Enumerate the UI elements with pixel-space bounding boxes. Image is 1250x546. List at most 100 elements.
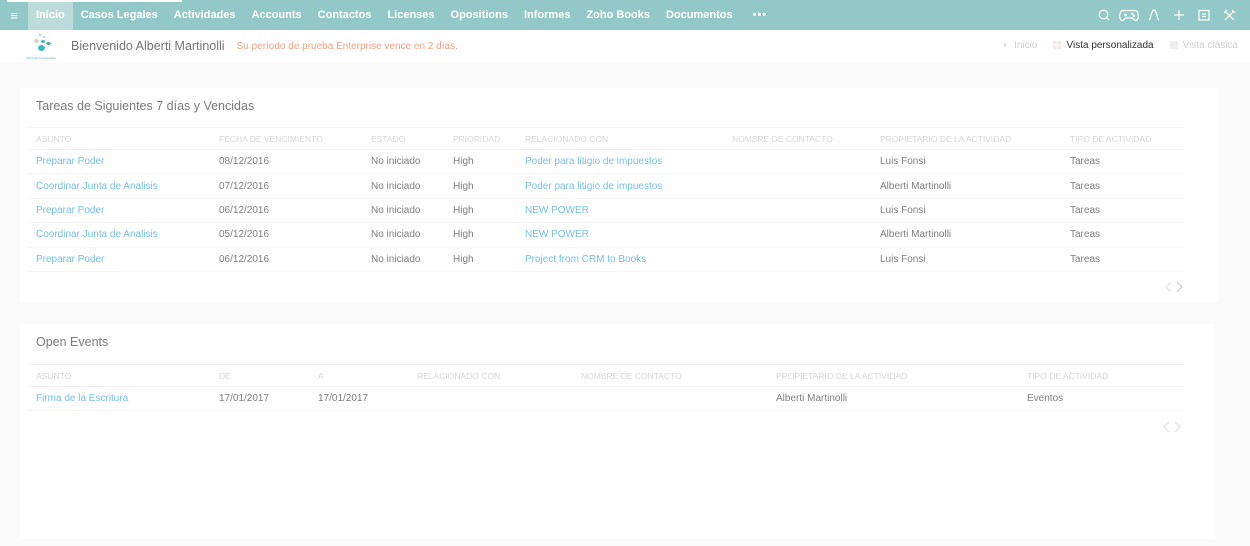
table-cell: Tareas: [1062, 247, 1184, 272]
column-header[interactable]: PROPIETARIO DE LA ACTIVIDAD: [768, 364, 1019, 387]
next-page-icon[interactable]: [1176, 281, 1184, 293]
tools-icon[interactable]: [1218, 0, 1240, 30]
table-row[interactable]: Coordinar Junta de Analisis 05/12/2016 No …: [28, 222, 1184, 248]
table-cell: Alberti Martinolli: [872, 222, 1062, 248]
tasks-pager: [1164, 281, 1184, 293]
record-link[interactable]: NEW POWER: [517, 222, 724, 248]
nav-tab-opositions[interactable]: Opositions: [443, 0, 516, 30]
table-cell: High: [445, 222, 517, 248]
column-header[interactable]: FECHA DE VENCIMIENTO: [211, 127, 363, 150]
plus-icon[interactable]: [1168, 0, 1190, 30]
table-cell: [724, 173, 872, 199]
prev-page-icon[interactable]: [1162, 421, 1170, 433]
record-link[interactable]: Preparar Poder: [28, 198, 211, 224]
table-cell: 17/01/2017: [310, 386, 409, 412]
column-header[interactable]: TIPO DE ACTIVIDAD: [1062, 127, 1184, 150]
table-cell: Tareas: [1062, 149, 1184, 175]
table-cell: Alberti Martinolli: [872, 173, 1062, 199]
events-title: Open Events: [36, 335, 109, 349]
tasks-table: ASUNTO FECHA DE VENCIMIENTO ESTADO PRIORIDA…: [28, 127, 1184, 272]
column-header[interactable]: NOMBRE DE CONTACTO: [724, 127, 872, 150]
tasks-title: Tareas de Siguientes 7 días y Vencidas: [36, 99, 255, 113]
record-link[interactable]: Project from CRM to Books: [517, 247, 724, 272]
column-header[interactable]: TIPO DE ACTIVIDAD: [1019, 364, 1184, 387]
table-row[interactable]: Preparar Poder 06/12/2016 No iniciado High N…: [28, 198, 1184, 224]
nav-tab-casos-legales[interactable]: Casos Legales: [73, 0, 166, 30]
nav-tab-actividades[interactable]: Actividades: [166, 0, 244, 30]
table-row[interactable]: Firma de la Escritura 17/01/2017 17/01/201…: [28, 386, 1184, 412]
record-link[interactable]: Firma de la Escritura: [28, 386, 211, 412]
view-inicio[interactable]: Inicio: [1001, 40, 1037, 51]
next-page-icon[interactable]: [1174, 421, 1182, 433]
column-header[interactable]: ESTADO: [363, 127, 445, 150]
tasks-card: Tareas de Siguientes 7 días y Vencidas A…: [20, 88, 1218, 302]
table-cell: High: [445, 173, 517, 199]
column-header[interactable]: ASUNTO: [28, 364, 211, 387]
table-row[interactable]: Preparar Poder 06/12/2016 No iniciado High P…: [28, 247, 1184, 272]
view-personalizada[interactable]: Vista personalizada: [1053, 39, 1154, 51]
trial-notice[interactable]: Su período de prueba Enterprise vence en…: [237, 41, 458, 52]
record-link[interactable]: NEW POWER: [517, 198, 724, 224]
table-cell: Luis Fonsi: [872, 198, 1062, 224]
nav-tab-licenses[interactable]: Licenses: [379, 0, 442, 30]
view-label: Vista clásica: [1182, 39, 1238, 51]
gamepad-icon[interactable]: [1118, 0, 1140, 30]
column-header[interactable]: PROPIETARIO DE LA ACTIVIDAD: [872, 127, 1062, 150]
table-cell: [573, 386, 768, 412]
nav-tab-documentos[interactable]: Documentos: [658, 0, 741, 30]
record-link[interactable]: Poder para litigio de impuestos: [517, 149, 724, 175]
hamburger-icon[interactable]: ≡: [0, 0, 28, 30]
table-cell: 05/12/2016: [211, 222, 363, 248]
column-header[interactable]: PRIORIDAD: [445, 127, 517, 150]
table-cell: Tareas: [1062, 198, 1184, 224]
table-cell: No iniciado: [363, 149, 445, 175]
nav-tabs: Inicio Casos Legales Actividades Accounts Co…: [28, 0, 779, 30]
table-cell: Luis Fonsi: [872, 247, 1062, 272]
table-cell: [724, 198, 872, 224]
column-header[interactable]: DE: [211, 364, 310, 387]
column-header[interactable]: A: [310, 364, 409, 387]
prev-page-icon[interactable]: [1164, 281, 1172, 293]
view-switcher: Inicio Vista personalizada Vista clásica: [985, 30, 1238, 60]
column-header[interactable]: RELACIONADO CON: [517, 127, 724, 150]
nav-tab-contactos[interactable]: Contactos: [310, 0, 380, 30]
welcome-bar: Martinolli & Associates Bienvenido Alber…: [0, 30, 1250, 62]
table-cell: No iniciado: [363, 173, 445, 199]
top-nav: ≡ Inicio Casos Legales Actividades Accounts…: [0, 0, 1250, 30]
table-cell: Tareas: [1062, 173, 1184, 199]
table-row[interactable]: Preparar Poder 08/12/2016 No iniciado High P…: [28, 149, 1184, 175]
nav-tab-informes[interactable]: Informes: [516, 0, 578, 30]
search-icon[interactable]: [1093, 0, 1115, 30]
table-cell: Luis Fonsi: [872, 149, 1062, 175]
column-header[interactable]: ASUNTO: [28, 127, 211, 150]
calendar-icon[interactable]: [1193, 0, 1215, 30]
view-clasica[interactable]: Vista clásica: [1169, 39, 1238, 51]
loading-bar: [7, 0, 182, 2]
table-cell: Tareas: [1062, 222, 1184, 248]
table-cell: [409, 386, 573, 412]
view-label: Inicio: [1014, 39, 1038, 51]
signal-icon[interactable]: [1143, 0, 1165, 30]
table-cell: No iniciado: [363, 222, 445, 248]
table-cell: High: [445, 149, 517, 175]
record-link[interactable]: Poder para litigio de impuestos: [517, 173, 724, 199]
grid-icon: [1053, 41, 1062, 49]
record-link[interactable]: Preparar Poder: [28, 247, 211, 272]
square-icon: [1169, 41, 1178, 49]
table-cell: 06/12/2016: [211, 247, 363, 272]
view-label: Vista personalizada: [1066, 39, 1154, 51]
company-logo[interactable]: Martinolli & Associates: [18, 31, 64, 61]
record-link[interactable]: Coordinar Junta de Analisis: [28, 222, 211, 248]
nav-tab-accounts[interactable]: Accounts: [244, 0, 310, 30]
record-link[interactable]: Preparar Poder: [28, 149, 211, 175]
nav-tab-inicio[interactable]: Inicio: [28, 0, 73, 30]
events-card: Open Events ASUNTO DE A RELACIONADO CON NOMB…: [20, 324, 1215, 539]
nav-tab-zoho-books[interactable]: Zoho Books: [578, 0, 658, 30]
table-cell: Eventos: [1019, 386, 1184, 412]
record-link[interactable]: Coordinar Junta de Analisis: [28, 173, 211, 199]
column-header[interactable]: NOMBRE DE CONTACTO: [573, 364, 768, 387]
nav-icon-group: [1090, 0, 1240, 30]
table-row[interactable]: Coordinar Junta de Analisis 07/12/2016 No …: [28, 173, 1184, 199]
more-tabs-button[interactable]: •••: [741, 0, 780, 30]
column-header[interactable]: RELACIONADO CON: [409, 364, 573, 387]
